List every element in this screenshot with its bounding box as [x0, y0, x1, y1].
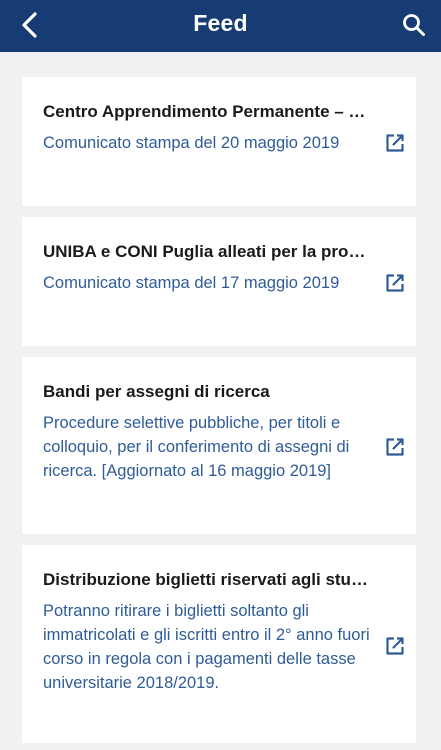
feed-item-description: Potranno ritirare i biglietti soltanto g… [43, 602, 370, 692]
feed-item[interactable]: Distribuzione biglietti riservati agli s… [22, 545, 416, 743]
feed-item-title: Centro Apprendimento Permanente – CAP [43, 102, 373, 121]
feed-item[interactable]: Centro Apprendimento Permanente – CAP Co… [22, 77, 416, 206]
external-link-icon [386, 637, 404, 655]
open-link-button[interactable] [384, 635, 406, 657]
feed-item-title: Distribuzione biglietti riservati agli s… [43, 570, 373, 589]
feed-item[interactable]: UNIBA e CONI Puglia alleati per la promo… [22, 217, 416, 346]
feed-item-description: Procedure selettive pubbliche, per titol… [43, 414, 350, 480]
feed-item-title: UNIBA e CONI Puglia alleati per la promo… [43, 242, 373, 261]
open-link-button[interactable] [384, 272, 406, 294]
page-title: Feed [193, 10, 248, 36]
open-link-button[interactable] [384, 436, 406, 458]
app-header: Feed [0, 0, 441, 52]
feed-item-description: Comunicato stampa del 20 maggio 2019 [43, 134, 340, 152]
feed-item-description: Comunicato stampa del 17 maggio 2019 [43, 274, 340, 292]
feed-item[interactable]: Bandi per assegni di ricerca Procedure s… [22, 357, 416, 534]
external-link-icon [386, 134, 404, 152]
search-button[interactable] [397, 8, 431, 42]
feed-item-title: Bandi per assegni di ricerca [43, 382, 270, 401]
external-link-icon [386, 274, 404, 292]
open-link-button[interactable] [384, 132, 406, 154]
external-link-icon [386, 438, 404, 456]
search-icon [403, 14, 425, 36]
